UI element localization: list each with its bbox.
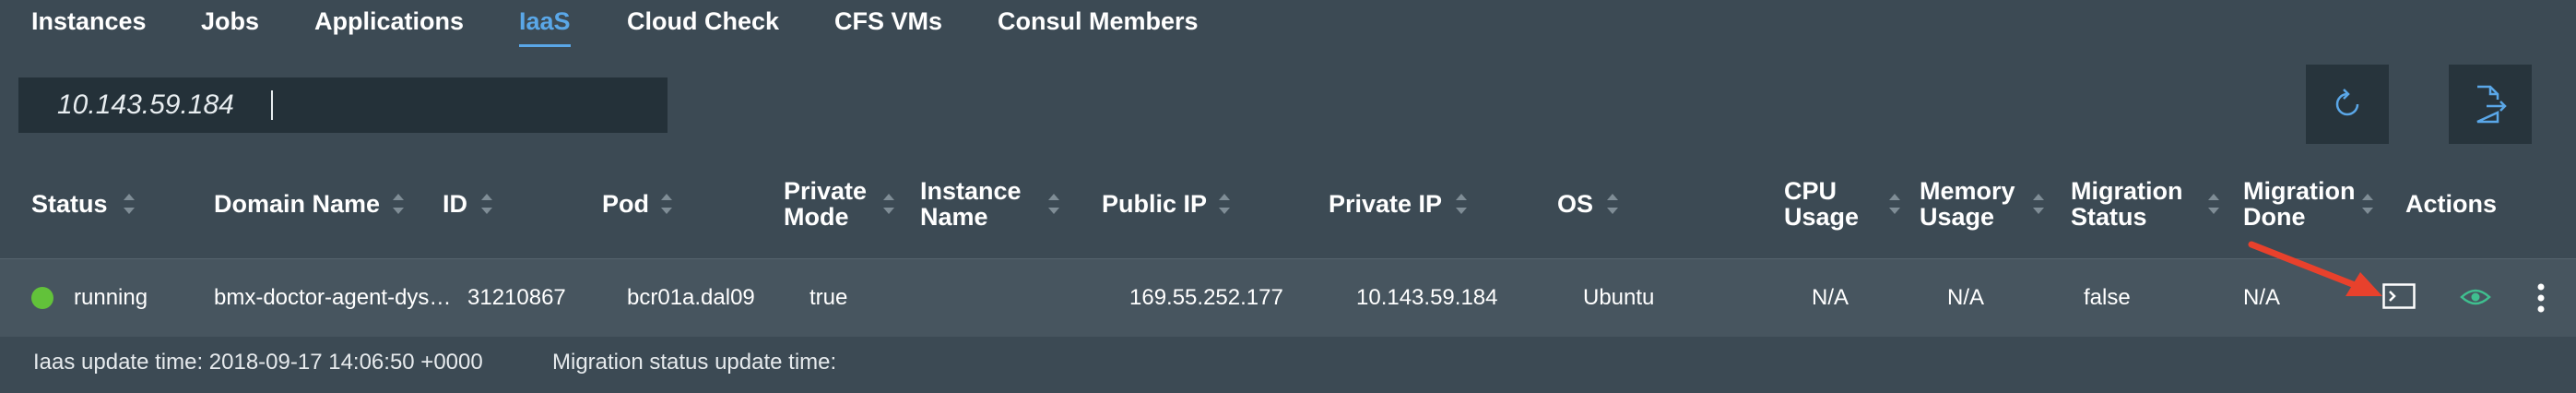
tab-jobs[interactable]: Jobs xyxy=(201,7,259,36)
header-cpu-usage-line1[interactable]: CPU xyxy=(1784,177,1837,205)
tab-cfs-vms[interactable]: CFS VMs xyxy=(834,7,942,36)
tab-iaas-label: IaaS xyxy=(519,7,571,35)
eye-icon xyxy=(2460,289,2491,305)
sort-icon[interactable] xyxy=(1218,194,1231,214)
table-header: Status Domain Name ID Pod Private Mode I… xyxy=(0,166,2576,255)
sort-icon[interactable] xyxy=(1888,194,1901,214)
text-cursor xyxy=(271,90,273,120)
sort-icon[interactable] xyxy=(1047,194,1060,214)
cell-domain-name: bmx-doctor-agent-dys… xyxy=(214,285,452,310)
more-options-button[interactable] xyxy=(2536,283,2546,317)
annotation-arrow-icon xyxy=(2248,241,2382,296)
cell-private-mode: true xyxy=(809,285,848,310)
sort-icon[interactable] xyxy=(2361,194,2374,214)
sort-icon[interactable] xyxy=(2207,194,2220,214)
kebab-menu-icon xyxy=(2537,283,2545,313)
header-cpu-usage-line2[interactable]: Usage xyxy=(1784,203,1859,231)
header-private-mode-line1[interactable]: Private xyxy=(784,177,867,205)
refresh-button[interactable] xyxy=(2306,65,2389,144)
header-id[interactable]: ID xyxy=(443,190,467,218)
iaas-update-time: Iaas update time: 2018-09-17 14:06:50 +0… xyxy=(33,350,483,375)
header-pod[interactable]: Pod xyxy=(602,190,649,218)
header-migration-status-line1[interactable]: Migration xyxy=(2071,177,2183,205)
header-os[interactable]: OS xyxy=(1557,190,1593,218)
header-instance-name-line1[interactable]: Instance xyxy=(920,177,1022,205)
cell-pod: bcr01a.dal09 xyxy=(627,285,755,310)
cell-private-ip: 10.143.59.184 xyxy=(1356,285,1498,310)
tab-consul-members[interactable]: Consul Members xyxy=(998,7,1199,36)
sort-icon[interactable] xyxy=(1606,194,1619,214)
header-actions: Actions xyxy=(2405,190,2498,218)
active-tab-underline xyxy=(519,44,571,47)
tab-iaas[interactable]: IaaS xyxy=(519,7,571,47)
sort-icon[interactable] xyxy=(392,194,405,214)
tab-instances[interactable]: Instances xyxy=(31,7,147,36)
terminal-action-button[interactable] xyxy=(2382,283,2416,314)
table-footer: Iaas update time: 2018-09-17 14:06:50 +0… xyxy=(0,337,2576,393)
header-memory-usage-line1[interactable]: Memory xyxy=(1920,177,2015,205)
table-row[interactable]: running bmx-doctor-agent-dys… 31210867 b… xyxy=(0,241,2576,338)
header-migration-done-line1[interactable]: Migration xyxy=(2243,177,2356,205)
sort-icon[interactable] xyxy=(480,194,493,214)
cell-status: running xyxy=(74,285,148,310)
sort-icon[interactable] xyxy=(660,194,673,214)
cell-memory-usage: N/A xyxy=(1947,285,1985,310)
sort-icon[interactable] xyxy=(882,194,895,214)
search-box[interactable] xyxy=(18,77,668,133)
migration-update-time: Migration status update time: xyxy=(552,350,837,375)
cell-os: Ubuntu xyxy=(1583,285,1655,310)
terminal-icon xyxy=(2382,283,2416,309)
tab-cloud-check[interactable]: Cloud Check xyxy=(627,7,779,36)
export-button[interactable] xyxy=(2449,65,2532,144)
header-memory-usage-line2[interactable]: Usage xyxy=(1920,203,1994,231)
cell-id: 31210867 xyxy=(467,285,566,310)
cell-migration-status: false xyxy=(2084,285,2131,310)
header-status[interactable]: Status xyxy=(31,190,108,218)
export-icon xyxy=(2476,85,2507,124)
header-instance-name-line2[interactable]: Name xyxy=(920,203,988,231)
header-domain-name[interactable]: Domain Name xyxy=(214,190,380,218)
header-migration-done-line2[interactable]: Done xyxy=(2243,203,2306,231)
cell-public-ip: 169.55.252.177 xyxy=(1129,285,1283,310)
cell-cpu-usage: N/A xyxy=(1812,285,1849,310)
header-private-ip[interactable]: Private IP xyxy=(1329,190,1442,218)
sort-icon[interactable] xyxy=(2032,194,2045,214)
search-input[interactable] xyxy=(55,89,668,122)
sort-icon[interactable] xyxy=(1455,194,1468,214)
refresh-icon xyxy=(2335,89,2359,116)
status-running-indicator xyxy=(31,287,53,309)
header-private-mode-line2[interactable]: Mode xyxy=(784,203,849,231)
header-public-ip[interactable]: Public IP xyxy=(1102,190,1207,218)
tab-applications[interactable]: Applications xyxy=(314,7,464,36)
header-migration-status-line2[interactable]: Status xyxy=(2071,203,2147,231)
sort-icon[interactable] xyxy=(123,194,136,214)
view-action-button[interactable] xyxy=(2460,287,2491,312)
